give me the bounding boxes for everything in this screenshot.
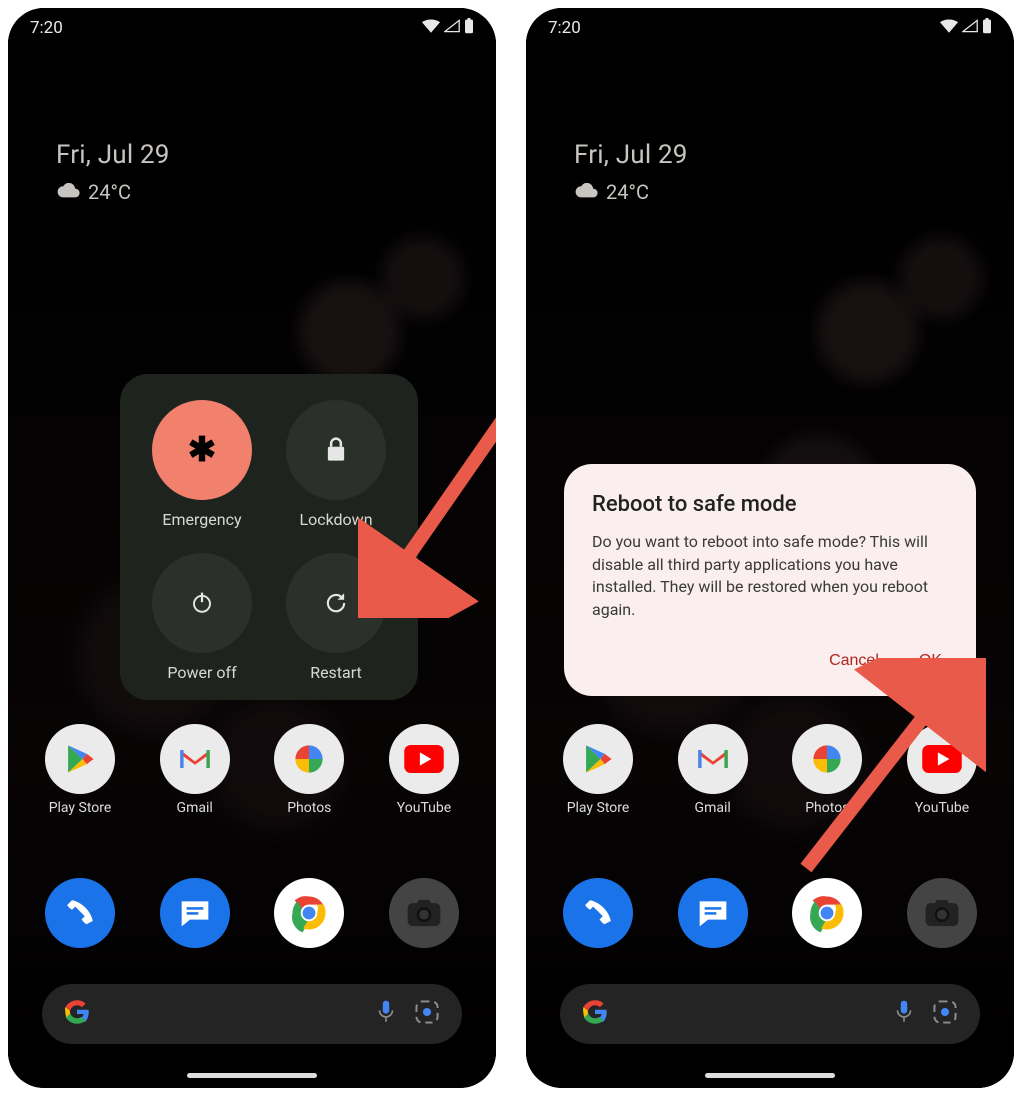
date-text: Fri, Jul 29 <box>574 140 688 170</box>
photos-icon <box>792 724 862 794</box>
status-time: 7:20 <box>548 18 581 38</box>
temperature-text: 24°C <box>606 180 649 204</box>
cancel-button[interactable]: Cancel <box>823 644 885 678</box>
app-row: Play Store Gmail Photos YouTube <box>548 724 992 816</box>
dock <box>548 878 992 948</box>
camera-icon <box>389 878 459 948</box>
app-chrome[interactable] <box>777 878 877 948</box>
app-chrome[interactable] <box>259 878 359 948</box>
gmail-icon <box>160 724 230 794</box>
app-photos[interactable]: Photos <box>259 724 359 816</box>
lens-icon[interactable] <box>414 999 440 1029</box>
nav-handle[interactable] <box>187 1073 317 1078</box>
status-icons <box>940 18 992 39</box>
app-row: Play Store Gmail Photos YouTube <box>30 724 474 816</box>
date-weather-widget[interactable]: Fri, Jul 29 24°C <box>56 140 170 204</box>
app-label: Photos <box>287 800 331 816</box>
app-photos[interactable]: Photos <box>777 724 877 816</box>
app-label: Gmail <box>695 800 731 816</box>
app-label: YouTube <box>915 800 969 816</box>
phone-icon <box>45 878 115 948</box>
battery-icon <box>982 18 992 39</box>
nav-handle[interactable] <box>705 1073 835 1078</box>
app-youtube[interactable]: YouTube <box>892 724 992 816</box>
nav-bar <box>8 1073 496 1078</box>
power-menu-label: Emergency <box>162 510 241 529</box>
camera-icon <box>907 878 977 948</box>
ok-button[interactable]: OK <box>913 644 948 678</box>
temperature-text: 24°C <box>88 180 131 204</box>
cloud-icon <box>574 180 598 204</box>
chrome-icon <box>792 878 862 948</box>
search-bar[interactable] <box>42 984 462 1044</box>
date-weather-widget[interactable]: Fri, Jul 29 24°C <box>574 140 688 204</box>
safe-mode-dialog: Reboot to safe mode Do you want to reboo… <box>564 464 976 696</box>
app-camera[interactable] <box>374 878 474 948</box>
app-phone[interactable] <box>548 878 648 948</box>
app-messages[interactable] <box>145 878 245 948</box>
photos-icon <box>274 724 344 794</box>
power-menu-label: Lockdown <box>299 510 372 529</box>
date-text: Fri, Jul 29 <box>56 140 170 170</box>
chrome-icon <box>274 878 344 948</box>
youtube-icon <box>389 724 459 794</box>
status-time: 7:20 <box>30 18 63 38</box>
gmail-icon <box>678 724 748 794</box>
phone-right: 7:20 Fri, Jul 29 24°C <box>526 8 1014 1088</box>
app-gmail[interactable]: Gmail <box>663 724 763 816</box>
power-menu-label: Power off <box>167 663 236 682</box>
status-bar: 7:20 <box>8 8 496 48</box>
status-bar: 7:20 <box>526 8 1014 48</box>
mic-icon[interactable] <box>376 999 396 1029</box>
restart-icon <box>286 553 386 653</box>
power-menu-label: Restart <box>310 663 362 682</box>
signal-icon <box>444 18 460 38</box>
app-messages[interactable] <box>663 878 763 948</box>
youtube-icon <box>907 724 977 794</box>
play-store-icon <box>45 724 115 794</box>
cloud-icon <box>56 180 80 204</box>
power-menu-restart[interactable]: Restart <box>274 553 398 682</box>
dialog-actions: Cancel OK <box>592 644 948 678</box>
power-icon <box>152 553 252 653</box>
play-store-icon <box>563 724 633 794</box>
asterisk-icon: ✱ <box>152 400 252 500</box>
app-label: Photos <box>805 800 849 816</box>
power-menu: ✱ Emergency Lockdown Power off Restart <box>120 374 418 700</box>
phone-icon <box>563 878 633 948</box>
power-menu-emergency[interactable]: ✱ Emergency <box>140 400 264 529</box>
app-phone[interactable] <box>30 878 130 948</box>
app-label: Gmail <box>177 800 213 816</box>
wifi-icon <box>940 18 958 38</box>
google-g-icon <box>64 999 90 1029</box>
nav-bar <box>526 1073 1014 1078</box>
signal-icon <box>962 18 978 38</box>
status-icons <box>422 18 474 39</box>
lens-icon[interactable] <box>932 999 958 1029</box>
app-label: Play Store <box>49 800 112 816</box>
phone-left: 7:20 Fri, Jul 29 24°C <box>8 8 496 1088</box>
battery-icon <box>464 18 474 39</box>
messages-icon <box>160 878 230 948</box>
app-youtube[interactable]: YouTube <box>374 724 474 816</box>
power-menu-poweroff[interactable]: Power off <box>140 553 264 682</box>
lock-icon <box>286 400 386 500</box>
dialog-body: Do you want to reboot into safe mode? Th… <box>592 531 948 622</box>
google-g-icon <box>582 999 608 1029</box>
wifi-icon <box>422 18 440 38</box>
app-label: Play Store <box>567 800 630 816</box>
app-play-store[interactable]: Play Store <box>30 724 130 816</box>
app-play-store[interactable]: Play Store <box>548 724 648 816</box>
mic-icon[interactable] <box>894 999 914 1029</box>
messages-icon <box>678 878 748 948</box>
power-menu-lockdown[interactable]: Lockdown <box>274 400 398 529</box>
app-camera[interactable] <box>892 878 992 948</box>
app-label: YouTube <box>397 800 451 816</box>
search-bar[interactable] <box>560 984 980 1044</box>
dialog-title: Reboot to safe mode <box>592 492 948 517</box>
dock <box>30 878 474 948</box>
app-gmail[interactable]: Gmail <box>145 724 245 816</box>
